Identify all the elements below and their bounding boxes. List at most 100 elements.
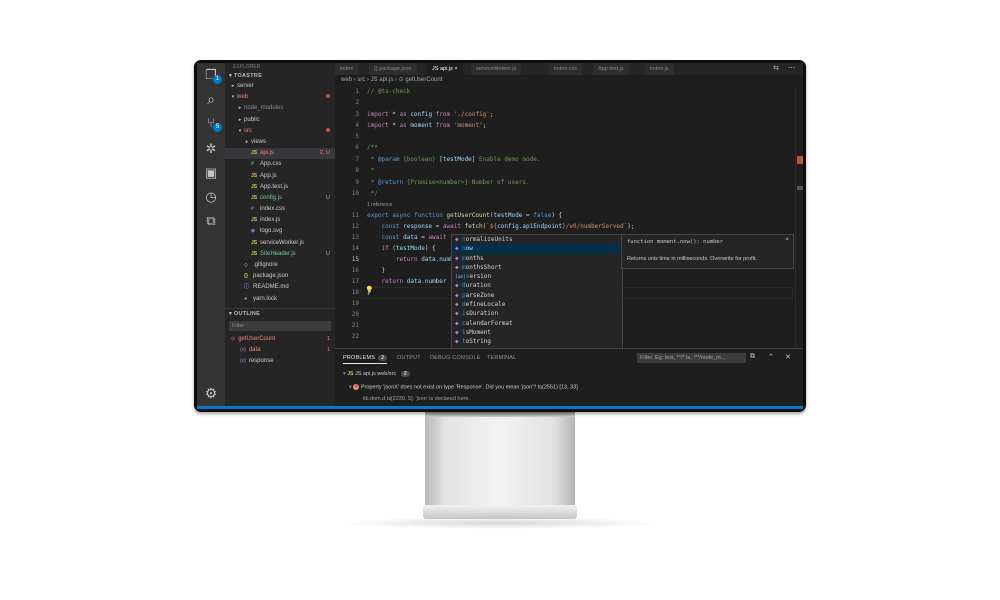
line-number: 7 <box>355 156 359 163</box>
method-icon: ◆ <box>455 254 459 262</box>
breadcrumb[interactable]: web › src › JS api.js › ⊙ getUserCount <box>335 75 803 86</box>
suggestion-label: duration <box>462 282 491 290</box>
references-codelens[interactable]: 1 reference <box>367 202 392 208</box>
modified-dot-icon <box>326 94 330 99</box>
suggestion-item[interactable]: ◆ isMoment <box>452 328 622 337</box>
outline-filter-input[interactable]: Filter <box>229 320 331 331</box>
line-number: 14 <box>351 245 359 252</box>
line-number: 22 <box>351 333 359 340</box>
code-line: } <box>367 289 371 296</box>
outline-item[interactable]: (x) data 1 <box>225 345 335 356</box>
tree-item[interactable]: ▸ public <box>225 115 335 126</box>
explorer-sidebar: EXPLORER ▾ TOASTRE ▸ server ▾ web ▸ node_modu… <box>225 63 335 409</box>
suggestion-item[interactable]: ◆ now <box>452 244 622 254</box>
tree-item[interactable]: # App.css <box>225 159 335 170</box>
method-icon: ◆ <box>455 319 459 327</box>
suggestion-item[interactable]: ◆ months <box>452 254 622 263</box>
outline-item[interactable]: (x) response <box>225 356 335 367</box>
method-icon: ◆ <box>455 282 459 290</box>
problems-filter-input[interactable]: Filter. Eg: text, **/*.ts, !**/node_m... <box>637 353 746 363</box>
maximize-panel-icon[interactable]: ⌃ <box>768 353 774 361</box>
tree-item[interactable]: ▾ src <box>225 126 335 137</box>
editor-tab[interactable]: index <box>335 63 360 75</box>
tree-item[interactable]: ◇ .gitignore <box>225 260 335 271</box>
project-section-header[interactable]: ▾ TOASTRE <box>225 71 335 81</box>
remote-explorer-icon[interactable]: ⧉ <box>203 213 219 229</box>
editor-tabs: index {} package.json JS api.js × serviceWo… <box>335 63 803 75</box>
suggestion-item[interactable]: ◆ normalizeUnits <box>452 235 622 244</box>
suggestion-label: defineLocale <box>462 301 506 309</box>
tree-item[interactable]: JS index.js <box>225 215 335 226</box>
file-type-icon: JS <box>251 217 258 224</box>
suggestion-label: now <box>462 245 473 253</box>
code-line: * @return {Promise<number>} Number of us… <box>367 179 530 186</box>
tree-item[interactable]: JS serviceWorker.js <box>225 238 335 249</box>
tree-item[interactable]: # index.css <box>225 204 335 215</box>
problem-error-row[interactable]: ▾ × Property 'jsonX' does not exist on t… <box>349 384 578 390</box>
tab-debug-console[interactable]: DEBUG CONSOLE <box>430 355 481 361</box>
suggestion-item[interactable]: ◆ monthsShort <box>452 263 622 272</box>
timeline-icon[interactable]: ◷ <box>203 189 219 205</box>
related-info-row[interactable]: lib.dom.d.ts[2230, 5]: 'json' is declare… <box>363 396 470 402</box>
scrollbar-thumb[interactable] <box>797 186 803 190</box>
collapse-all-icon[interactable]: ⧉ <box>750 353 755 361</box>
problem-file-row[interactable]: ▾ JS JS api.js web/src 2 <box>343 371 410 377</box>
tree-item[interactable]: ▸ views <box>225 137 335 148</box>
close-panel-icon[interactable]: ✕ <box>785 353 791 361</box>
method-icon: ◆ <box>455 338 459 346</box>
editor-tab[interactable]: {} package.json <box>369 63 418 75</box>
tab-output[interactable]: OUTPUT <box>397 355 421 361</box>
more-actions-icon[interactable]: ⋯ <box>788 63 795 75</box>
chevron-icon: ▸ <box>245 138 249 145</box>
line-number: 3 <box>355 111 359 118</box>
editor-tab[interactable]: JS api.js × <box>427 63 464 75</box>
tree-item[interactable]: JS api.js 2, U <box>225 148 335 160</box>
tree-item[interactable]: JS App.test.js <box>225 182 335 193</box>
outline-item[interactable]: ⊙ getUserCount 1 <box>225 334 335 345</box>
tree-item[interactable]: ▸ server <box>225 81 335 92</box>
editor-tab[interactable]: App.test.js <box>593 63 630 75</box>
detail-signature: function moment.now(): number <box>627 239 724 245</box>
function-icon: ⊙ <box>231 335 236 342</box>
editor-scrollbar[interactable] <box>795 86 803 348</box>
line-number: 20 <box>351 311 359 318</box>
tree-item-label: logo.svg <box>260 228 283 235</box>
tree-item[interactable]: ♣ yarn.lock <box>225 294 335 305</box>
split-editor-icon[interactable]: ⇆ <box>773 63 779 75</box>
outline-section-header[interactable]: ▾ OUTLINE <box>225 307 335 319</box>
suggestion-item[interactable]: ◆ toString <box>452 337 622 346</box>
activity-bar: ❐ 1 ⌕ ⑂ 5 ✲ ▣ ◷ ⧉ ⚙ <box>197 63 225 409</box>
tree-item[interactable]: ⓘ README.md <box>225 282 335 293</box>
editor-tab[interactable]: index.css <box>549 63 583 75</box>
line-number: 16 <box>351 267 359 274</box>
extensions-icon[interactable]: ▣ <box>203 165 219 181</box>
suggestion-item[interactable]: ◆ defineLocale <box>452 300 622 309</box>
suggestion-item[interactable]: ◆ parseZone <box>452 291 622 300</box>
tree-item[interactable]: ▸ node_modules <box>225 103 335 114</box>
tree-item[interactable]: JS SiteHeader.js U <box>225 249 335 260</box>
tree-item[interactable]: JS App.js <box>225 171 335 182</box>
editor-tab[interactable]: serviceWorker.js <box>471 63 523 75</box>
suggestion-item[interactable]: ◆ calendarFormat <box>452 319 622 328</box>
settings-gear-icon[interactable]: ⚙ <box>203 385 219 401</box>
tree-item[interactable]: ▾ web <box>225 92 335 103</box>
close-icon[interactable]: × <box>785 237 789 243</box>
tree-item[interactable]: {} package.json <box>225 271 335 282</box>
debug-icon[interactable]: ✲ <box>203 141 219 157</box>
code-line: /** <box>367 144 378 151</box>
editor-tab[interactable]: index.js <box>645 63 675 75</box>
tab-terminal[interactable]: TERMINAL <box>487 355 516 361</box>
tree-item[interactable]: ◆ logo.svg <box>225 226 335 237</box>
suggestion-item[interactable]: [ab]version <box>452 272 622 281</box>
suggestion-item[interactable]: ◆ isDuration <box>452 309 622 318</box>
search-icon[interactable]: ⌕ <box>203 91 219 107</box>
tree-item-status: 2, U <box>319 150 330 157</box>
project-name: TOASTRE <box>233 73 263 79</box>
tree-item-label: src <box>244 127 252 134</box>
method-icon: ◆ <box>455 310 459 318</box>
suggestion-item[interactable]: ◆ duration <box>452 281 622 290</box>
file-type-icon: JS <box>251 250 258 257</box>
tab-problems[interactable]: PROBLEMS 2 <box>343 355 388 364</box>
tree-item[interactable]: JS config.js U <box>225 193 335 204</box>
line-number: 4 <box>355 122 359 129</box>
